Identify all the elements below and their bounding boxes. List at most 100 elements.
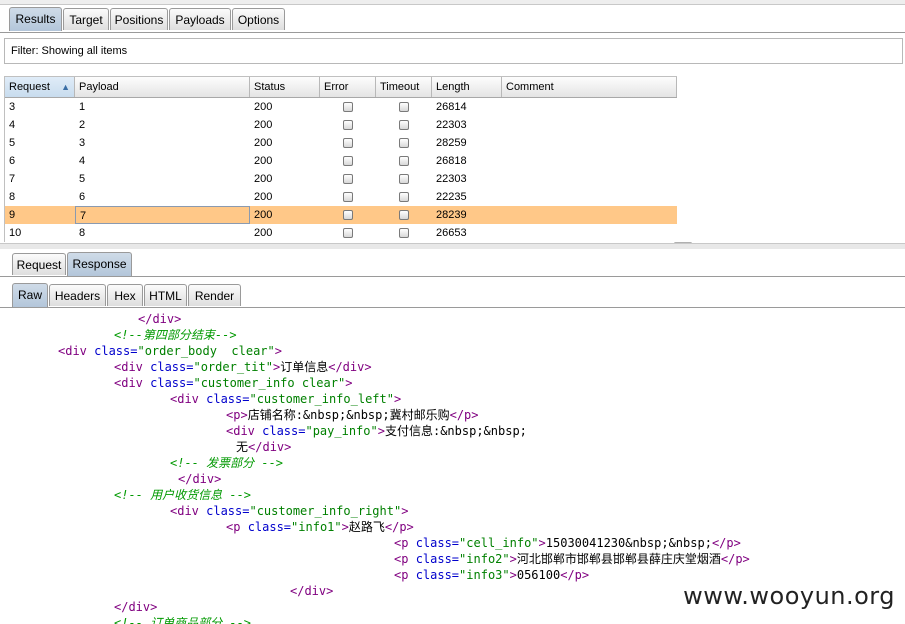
- tab-headers[interactable]: Headers: [49, 284, 106, 306]
- table-row[interactable]: 9 7 200 28239: [5, 206, 677, 224]
- cell-timeout: [376, 152, 432, 170]
- cell-timeout: [376, 188, 432, 206]
- code-line-10: <!-- 发票部分 -->: [170, 456, 284, 470]
- column-length-header[interactable]: Length: [432, 77, 502, 97]
- table-row[interactable]: 10 8 200 26653: [5, 224, 677, 242]
- error-checkbox[interactable]: [343, 120, 353, 130]
- column-error-header[interactable]: Error: [320, 77, 376, 97]
- cell-payload: 1: [79, 101, 86, 113]
- cell-comment: [502, 116, 677, 134]
- cell-status: 200: [254, 155, 273, 167]
- tab-html[interactable]: HTML: [144, 284, 187, 306]
- cell-status: 200: [254, 119, 273, 131]
- table-row[interactable]: 8 6 200 22235: [5, 188, 677, 206]
- error-checkbox[interactable]: [343, 228, 353, 238]
- table-row[interactable]: 5 3 200 28259: [5, 134, 677, 152]
- cell-comment: [502, 152, 677, 170]
- tab-payloads[interactable]: Payloads: [169, 8, 231, 30]
- tab-hex[interactable]: Hex: [107, 284, 143, 306]
- table-row[interactable]: 6 4 200 26818: [5, 152, 677, 170]
- column-payload-header[interactable]: Payload: [75, 77, 250, 97]
- cell-timeout: [376, 170, 432, 188]
- cell-timeout: [376, 134, 432, 152]
- tab-positions[interactable]: Positions: [110, 8, 168, 30]
- table-row[interactable]: 7 5 200 22303: [5, 170, 677, 188]
- code-line-5: <div class="customer_info clear">: [114, 376, 353, 390]
- timeout-checkbox[interactable]: [399, 102, 409, 112]
- tab-request[interactable]: Request: [12, 253, 66, 275]
- cell-comment: [502, 98, 677, 116]
- error-checkbox[interactable]: [343, 156, 353, 166]
- pane-splitter[interactable]: [0, 243, 905, 249]
- cell-comment: [502, 170, 677, 188]
- cell-error: [320, 188, 376, 206]
- sort-ascending-icon: ▲: [61, 82, 70, 92]
- column-request-header[interactable]: Request ▲: [5, 77, 75, 97]
- cell-request: 6: [9, 155, 16, 167]
- timeout-checkbox[interactable]: [399, 192, 409, 202]
- code-line-3: <div class="order_body clear">: [58, 344, 282, 358]
- error-checkbox[interactable]: [343, 102, 353, 112]
- cell-error: [320, 116, 376, 134]
- code-line-9: 无</div>: [236, 440, 292, 454]
- timeout-checkbox[interactable]: [399, 156, 409, 166]
- cell-error: [320, 170, 376, 188]
- tab-target[interactable]: Target: [63, 8, 109, 30]
- tab-raw[interactable]: Raw: [12, 283, 48, 307]
- code-line-20: <!-- 订单商品部分 -->: [114, 616, 252, 624]
- error-checkbox[interactable]: [343, 210, 353, 220]
- cell-status: 200: [254, 191, 273, 203]
- column-timeout-header[interactable]: Timeout: [376, 77, 432, 97]
- error-checkbox[interactable]: [343, 174, 353, 184]
- cell-timeout: [376, 206, 432, 224]
- cell-length: 22235: [436, 191, 467, 203]
- tab-render[interactable]: Render: [188, 284, 241, 306]
- code-line-14: <p class="info1">赵路飞</p>: [226, 520, 414, 534]
- tab-response[interactable]: Response: [67, 252, 132, 276]
- table-row[interactable]: 3 1 200 26814: [5, 98, 677, 116]
- tab-options[interactable]: Options: [232, 8, 285, 30]
- watermark-text: www.wooyun.org: [683, 582, 895, 610]
- code-line-11: </div>: [178, 472, 222, 486]
- cell-status: 200: [254, 209, 273, 221]
- timeout-checkbox[interactable]: [399, 120, 409, 130]
- table-header: Request ▲ Payload Status Error Timeout L…: [5, 76, 677, 98]
- cell-payload: 5: [79, 173, 86, 185]
- timeout-checkbox[interactable]: [399, 210, 409, 220]
- cell-request: 5: [9, 137, 16, 149]
- code-line-19: </div>: [114, 600, 158, 614]
- cell-timeout: [376, 98, 432, 116]
- cell-error: [320, 134, 376, 152]
- table-row[interactable]: 4 2 200 22303: [5, 116, 677, 134]
- code-line-17: <p class="info3">056100</p>: [394, 568, 590, 582]
- cell-request: 3: [9, 101, 16, 113]
- filter-bar[interactable]: Filter: Showing all items: [4, 38, 903, 64]
- cell-length: 26818: [436, 155, 467, 167]
- tab-results[interactable]: Results: [9, 7, 62, 31]
- cell-comment: [502, 206, 677, 224]
- cell-status: 200: [254, 137, 273, 149]
- code-line-7: <p>店铺名称:&nbsp;&nbsp;冀村邮乐购</p>: [226, 408, 479, 422]
- code-line-4: <div class="order_tit">订单信息</div>: [114, 360, 372, 374]
- column-status-header[interactable]: Status: [250, 77, 320, 97]
- cell-error: [320, 152, 376, 170]
- timeout-checkbox[interactable]: [399, 138, 409, 148]
- cell-request: 9: [9, 209, 16, 221]
- error-checkbox[interactable]: [343, 138, 353, 148]
- cell-payload: 8: [79, 227, 86, 239]
- main-tab-bar: Results Target Positions Payloads Option…: [0, 6, 905, 33]
- code-line-16: <p class="info2">河北邯郸市邯郸县邯郸县薛庄庆堂烟酒</p>: [394, 552, 750, 566]
- code-line-1: </div>: [138, 312, 182, 326]
- code-line-13: <div class="customer_info_right">: [170, 504, 409, 518]
- cell-request: 4: [9, 119, 16, 131]
- column-comment-header[interactable]: Comment: [502, 77, 677, 97]
- code-line-15: <p class="cell_info">15030041230&nbsp;&n…: [394, 536, 741, 550]
- timeout-checkbox[interactable]: [399, 174, 409, 184]
- code-line-18: </div>: [290, 584, 334, 598]
- response-raw-editor[interactable]: </div> <!--第四部分结束--> <div class="order_b…: [2, 311, 905, 624]
- error-checkbox[interactable]: [343, 192, 353, 202]
- cell-request: 7: [9, 173, 16, 185]
- cell-length: 28239: [436, 209, 467, 221]
- timeout-checkbox[interactable]: [399, 228, 409, 238]
- cell-request: 10: [9, 227, 22, 239]
